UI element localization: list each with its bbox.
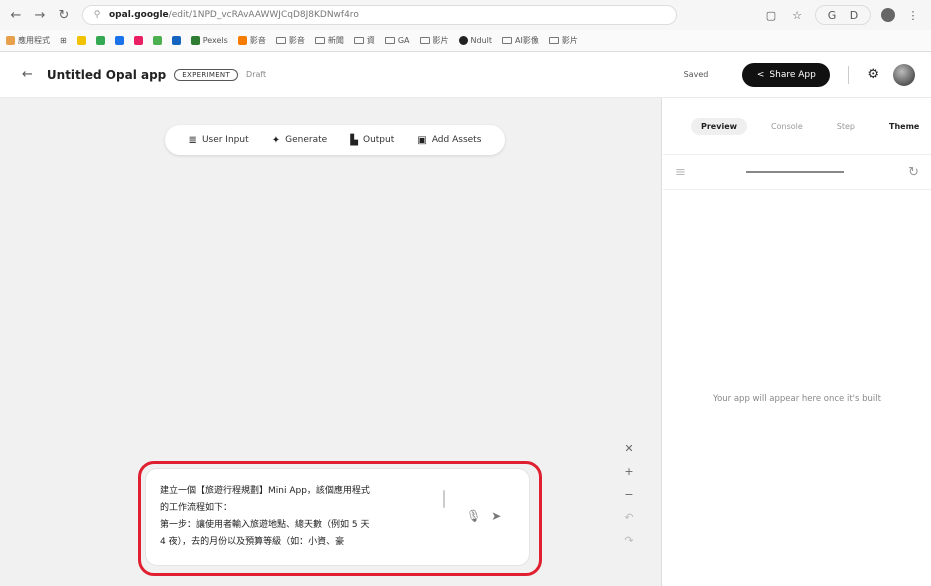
browser-toolbar: ← → ↻ ⚲ opal.google/edit/1NPD_vcRAvAAWWJ… [0, 0, 931, 30]
draft-status: Draft [246, 70, 267, 79]
back-arrow-icon[interactable]: ← [22, 67, 33, 82]
hamburger-icon[interactable]: ≡ [675, 165, 686, 180]
divider [848, 65, 850, 84]
apps-icon[interactable]: ⊞ [60, 36, 67, 45]
tab-step[interactable]: Step [827, 118, 865, 135]
app-header: ← Untitled Opal app EXPERIMENT Draft Sav… [0, 52, 931, 98]
bookmark-favicon-icon[interactable] [133, 36, 143, 45]
bookmark-favicon-icon[interactable] [114, 36, 124, 45]
bookmark-favicon-icon[interactable] [95, 36, 105, 45]
sparkle-icon: ✦ [271, 134, 281, 146]
zoom-controls: ✕ + − ↶ ↷ [615, 438, 643, 578]
bookmark-favicon-icon[interactable] [171, 36, 181, 45]
redo-icon[interactable]: ↷ [624, 534, 633, 547]
bookmark-item[interactable]: Pexels [190, 36, 228, 45]
bookmark-folder[interactable]: 影片 [548, 35, 578, 46]
node-toolbar: ≣ User Input ✦ Generate ▙ Output ▣ Add Asset… [165, 125, 505, 155]
panel-tabs: Preview Console Step Theme [663, 98, 931, 154]
output-button[interactable]: ▙ Output [350, 135, 394, 146]
undo-icon[interactable]: ↶ [624, 511, 633, 524]
user-input-button[interactable]: ≣ User Input [189, 135, 249, 146]
experiment-badge: EXPERIMENT [174, 68, 239, 81]
tab-theme[interactable]: Theme [879, 118, 929, 135]
list-icon: ≣ [188, 134, 197, 146]
generate-button[interactable]: ✦ Generate [272, 135, 327, 146]
preview-controls: ≡ ↻ [663, 154, 931, 190]
bookmark-folder[interactable]: 新聞 [314, 35, 344, 46]
share-icon: < [756, 69, 765, 80]
prompt-line: 4 夜），去的月份以及預算等級（如：小資、豪 [160, 537, 345, 547]
bookmark-folder[interactable]: GA [384, 36, 410, 45]
zoom-in-icon[interactable]: + [624, 465, 633, 478]
profile-icon[interactable] [881, 8, 895, 22]
bookmark-folder[interactable]: 影片 [419, 35, 449, 46]
gear-icon[interactable]: ⚙ [867, 67, 879, 82]
preview-panel: Preview Console Step Theme ≡ ↻ Your app … [663, 98, 931, 586]
bookmark-folder[interactable]: 影音 [275, 35, 305, 46]
microphone-icon[interactable]: 🎙 [466, 509, 481, 523]
url-path: /edit/1NPD_vcRAvAAWWJCqD8J8KDNwf4ro [168, 10, 359, 20]
empty-preview-message: Your app will appear here once it's buil… [713, 394, 881, 404]
bookmark-item[interactable]: 影音 [237, 35, 266, 46]
bookmark-folder[interactable]: 資 [353, 35, 375, 46]
prompt-line: 建立一個【旅遊行程規劃】Mini App，該個應用程式 [160, 486, 370, 496]
zoom-out-icon[interactable]: − [624, 488, 633, 501]
send-icon[interactable]: ➤ [491, 509, 501, 523]
add-assets-button[interactable]: ▣ Add Assets [417, 135, 481, 146]
extension-icon[interactable]: G [824, 7, 840, 23]
bookmarks-bar: 應用程式 ⊞ Pexels 影音 影音 新聞 資 GA 影片 Ndult AI影… [0, 30, 931, 52]
site-info-icon[interactable]: ⚲ [91, 9, 103, 21]
bookmark-item[interactable]: Ndult [458, 36, 492, 45]
fit-view-icon[interactable]: ✕ [624, 442, 633, 455]
share-app-button[interactable]: < Share App [742, 62, 831, 87]
reload-icon[interactable]: ↻ [56, 7, 72, 23]
prompt-line: 的工作流程如下： [160, 503, 233, 513]
tabs-icon[interactable]: ▢ [763, 7, 779, 23]
download-icon[interactable]: D [846, 7, 862, 23]
saved-status: Saved [683, 70, 709, 79]
bookmark-favicon-icon[interactable] [152, 36, 162, 45]
preview-slider[interactable] [745, 171, 844, 173]
address-bar[interactable]: ⚲ opal.google/edit/1NPD_vcRAvAAWWJCqD8J8… [82, 5, 677, 25]
star-icon[interactable]: ☆ [789, 7, 805, 23]
tab-console[interactable]: Console [761, 118, 813, 135]
bookmark-favicon-icon[interactable] [76, 36, 86, 45]
bookmark-item[interactable]: 應用程式 [6, 35, 50, 46]
restart-icon[interactable]: ↻ [908, 165, 919, 180]
back-arrow-icon[interactable]: ← [8, 7, 24, 23]
extension-group[interactable]: G D [815, 5, 871, 25]
output-icon: ▙ [350, 134, 358, 146]
share-app-label: Share App [769, 69, 816, 80]
bookmark-folder[interactable]: AI影像 [502, 35, 539, 46]
url-host: opal.google [109, 10, 169, 20]
prompt-line: 第一步：讓使用者輸入旅遊地點、總天數（例如 5 天 [160, 520, 370, 530]
menu-icon[interactable]: ⋮ [905, 7, 921, 23]
app-title[interactable]: Untitled Opal app [47, 68, 166, 82]
avatar[interactable] [893, 63, 915, 86]
prompt-scrollbar[interactable] [443, 490, 445, 508]
assets-icon: ▣ [417, 134, 427, 146]
forward-arrow-icon[interactable]: → [32, 7, 48, 23]
tab-preview[interactable]: Preview [691, 117, 748, 135]
